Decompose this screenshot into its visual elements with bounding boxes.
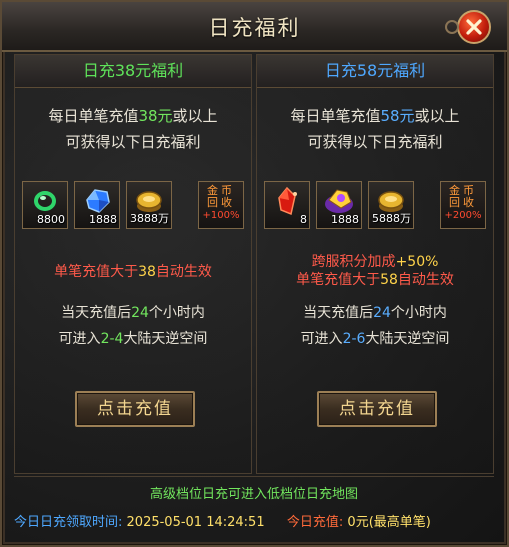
desc-text: 或以上 — [172, 107, 218, 125]
auto-effect-line: 单笔充值大于38自动生效 — [15, 263, 251, 281]
rule-text: 大陆天逆空间 — [123, 331, 208, 347]
rule-text: 当天充值后 — [303, 305, 374, 321]
footer-status: 今日日充领取时间: 2025-05-01 14:24:51 今日充值: 0元(最… — [14, 511, 494, 530]
rule-number: 24 — [373, 305, 391, 321]
reward-slot-treasure[interactable]: 1888 — [316, 181, 362, 229]
gold-recycle-bonus[interactable]: 金币 回收 +100% — [198, 181, 244, 229]
rule-text: 可进入 — [300, 331, 343, 347]
desc-line-2: 可获得以下日充福利 — [307, 133, 443, 151]
blue-gem-icon — [86, 189, 110, 213]
item-count: 3888万 — [130, 212, 169, 225]
close-button[interactable] — [457, 10, 491, 44]
reward-slot-gold[interactable]: 5888万 — [368, 181, 414, 229]
footer-note: 高级档位日充可进入低档位日充地图 — [149, 487, 358, 502]
rule-range: 2-4 — [100, 331, 124, 347]
desc-amount: 58元 — [380, 107, 415, 125]
extra-percent: +50% — [395, 254, 439, 270]
gold-recycle-bonus[interactable]: 金币 回收 +200% — [440, 181, 486, 229]
claim-time-value: 2025-05-01 14:24:51 — [126, 515, 265, 530]
rule-line-2: 可进入2-4大陆天逆空间 — [15, 325, 251, 353]
item-count: 1888 — [89, 213, 117, 226]
effect-text: 自动生效 — [155, 264, 212, 280]
tier-58-header: 日充58元福利 — [257, 55, 493, 88]
bonus-line-2: 回收 — [449, 196, 477, 209]
rule-range: 2-6 — [342, 331, 366, 347]
item-count: 5888万 — [372, 212, 411, 225]
claim-time-label: 今日日充领取时间: — [14, 515, 123, 530]
effect-text: 单笔充值大于 — [296, 272, 381, 288]
effect-text: 自动生效 — [397, 272, 454, 288]
recharge-38-button[interactable]: 点击充值 — [75, 391, 195, 427]
tier-58-description: 每日单笔充值58元或以上 可获得以下日充福利 — [257, 103, 493, 155]
rule-line-2: 可进入2-6大陆天逆空间 — [257, 325, 493, 353]
close-button-wrap — [445, 10, 491, 44]
item-count: 8800 — [37, 213, 65, 226]
desc-text: 每日单笔充值 — [290, 107, 381, 125]
today-recharge-value: 0元(最高单笔) — [347, 515, 431, 530]
reward-slot-gold[interactable]: 3888万 — [126, 181, 172, 229]
tier-38-header: 日充38元福利 — [15, 55, 251, 88]
desc-text: 每日单笔充值 — [48, 107, 139, 125]
tier-38-panel: 日充38元福利 每日单笔充值38元或以上 可获得以下日充福利 8800 1888 — [14, 54, 252, 474]
desc-line-2: 可获得以下日充福利 — [65, 133, 201, 151]
effect-amount: 38 — [138, 264, 156, 280]
rule-text: 个小时内 — [148, 305, 205, 321]
reward-slot-crystal[interactable]: 8 — [264, 181, 310, 229]
desc-amount: 38元 — [138, 107, 173, 125]
item-count: 8 — [300, 213, 307, 226]
jade-ring-icon — [34, 191, 56, 211]
cross-server-bonus-line: 跨服积分加成+50% — [257, 253, 493, 271]
rule-text: 当天充值后 — [61, 305, 132, 321]
ornament-icon — [445, 20, 459, 34]
desc-text: 或以上 — [414, 107, 460, 125]
window-title: 日充福利 — [208, 16, 301, 40]
rule-text: 可进入 — [58, 331, 101, 347]
title-bar[interactable]: 日充福利 — [2, 2, 507, 52]
extra-text: 跨服积分加成 — [311, 254, 396, 270]
rule-line-1: 当天充值后24个小时内 — [257, 299, 493, 327]
reward-slot-gem[interactable]: 1888 — [74, 181, 120, 229]
tier-38-description: 每日单笔充值38元或以上 可获得以下日充福利 — [15, 103, 251, 155]
rule-line-1: 当天充值后24个小时内 — [15, 299, 251, 327]
auto-effect-line: 单笔充值大于58自动生效 — [257, 271, 493, 289]
effect-text: 单笔充值大于 — [54, 264, 139, 280]
today-recharge-label: 今日充值: — [286, 515, 344, 530]
bonus-percent: +100% — [202, 210, 240, 221]
red-crystal-icon — [278, 186, 297, 216]
effect-amount: 58 — [380, 272, 398, 288]
bonus-percent: +200% — [444, 210, 482, 221]
rule-text: 个小时内 — [390, 305, 447, 321]
rule-number: 24 — [131, 305, 149, 321]
rule-text: 大陆天逆空间 — [365, 331, 450, 347]
recharge-58-button[interactable]: 点击充值 — [317, 391, 437, 427]
tier-58-panel: 日充58元福利 每日单笔充值58元或以上 可获得以下日充福利 8 1888 58… — [256, 54, 494, 474]
purple-treasure-icon — [325, 189, 353, 213]
reward-slot-jade[interactable]: 8800 — [22, 181, 68, 229]
item-count: 1888 — [331, 213, 359, 226]
close-icon — [466, 19, 482, 35]
daily-recharge-window: 日充福利 日充38元福利 每日单笔充值38元或以上 可获得以下日充福利 8800 — [0, 0, 509, 547]
bonus-line-2: 回收 — [207, 196, 235, 209]
footer: 高级档位日充可进入低档位日充地图 今日日充领取时间: 2025-05-01 14… — [14, 476, 494, 539]
